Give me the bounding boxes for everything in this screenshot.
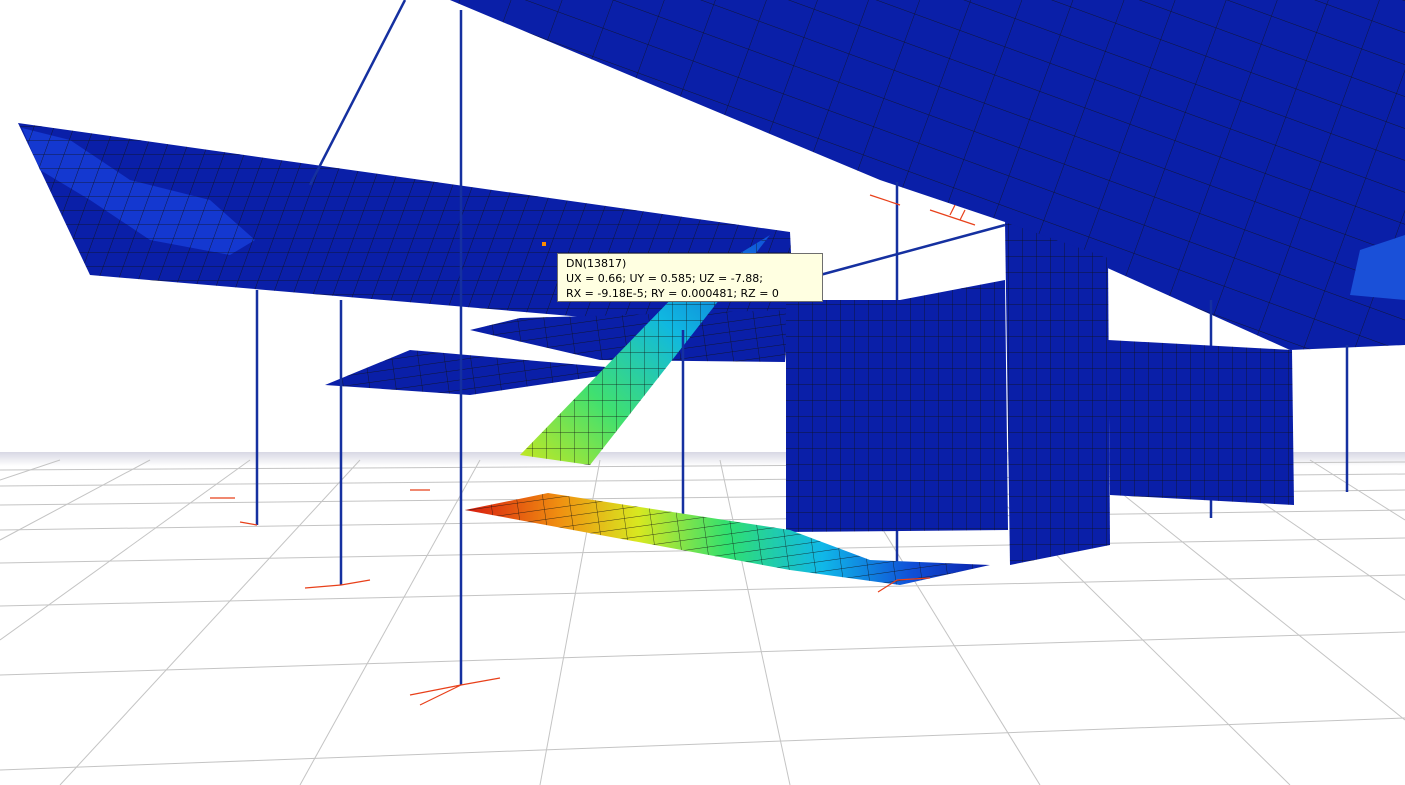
tooltip-rotations: RX = -9.18E-5; RY = 0.000481; RZ = 0 — [566, 287, 779, 300]
selected-node-marker — [542, 242, 546, 246]
ground-grid — [0, 452, 1405, 785]
tooltip-displacements: UX = 0.66; UY = 0.585; UZ = -7.88; — [566, 272, 763, 285]
node-result-tooltip: DN(13817) UX = 0.66; UY = 0.585; UZ = -7… — [557, 253, 823, 302]
middle-floor-slab[interactable] — [325, 310, 790, 395]
tooltip-node-label: DN(13817) — [566, 257, 627, 270]
model-viewport[interactable] — [0, 0, 1405, 785]
